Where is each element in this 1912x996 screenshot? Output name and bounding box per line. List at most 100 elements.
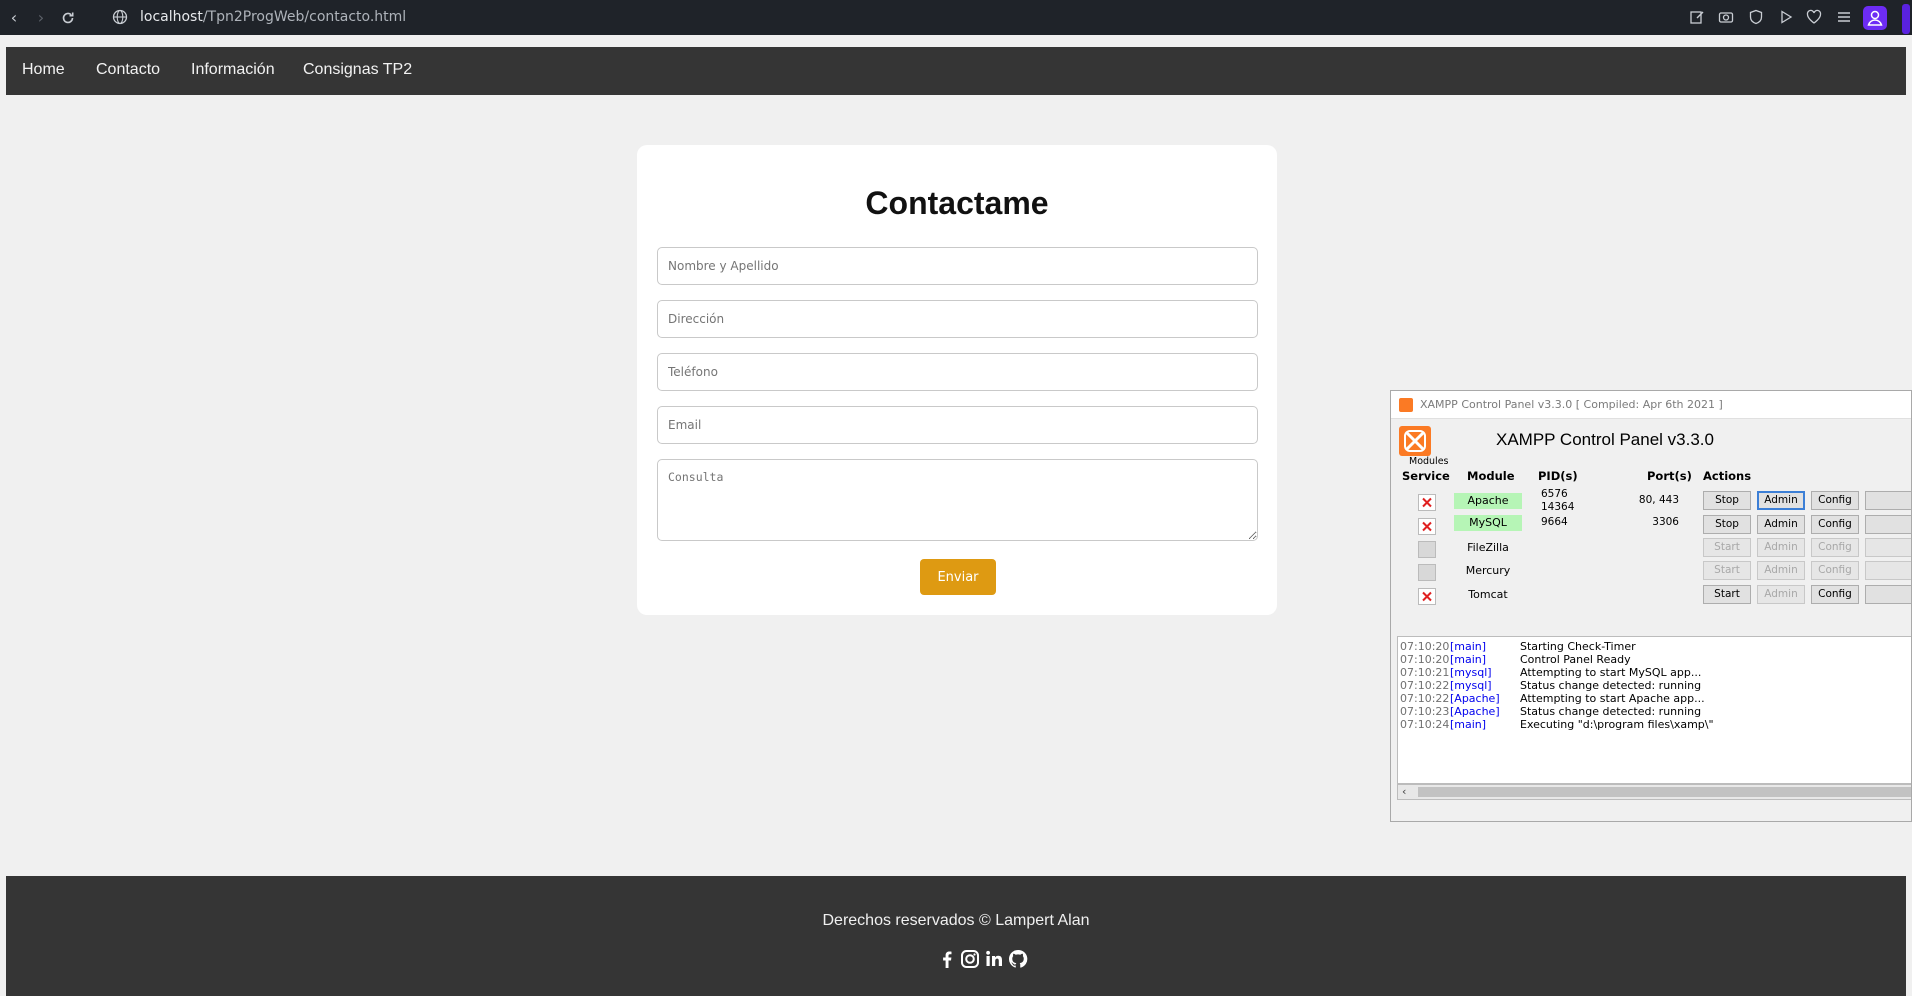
- phone-field[interactable]: [657, 353, 1258, 391]
- config-button-filezilla[interactable]: Config: [1811, 538, 1859, 557]
- log-horizontal-scrollbar[interactable]: ‹: [1397, 784, 1911, 800]
- stop-button-apache[interactable]: Stop: [1703, 491, 1751, 510]
- logs-button-mercury[interactable]: [1865, 561, 1911, 580]
- query-textarea[interactable]: [657, 459, 1258, 541]
- log-line: 07:10:22[mysql] Status change detected: r…: [1400, 679, 1701, 692]
- log-source: [main]: [1450, 640, 1487, 653]
- contact-card: Contactame Enviar: [637, 145, 1277, 615]
- cross-icon: [1422, 521, 1432, 532]
- forward-icon[interactable]: ›: [30, 8, 52, 28]
- logs-button-tomcat[interactable]: [1865, 585, 1911, 604]
- log-time: 07:10:22: [1400, 692, 1450, 705]
- log-line: 07:10:24[main] Executing "d:\program file…: [1400, 718, 1714, 731]
- modules-label: Modules: [1409, 456, 1449, 467]
- admin-button-apache[interactable]: Admin: [1757, 491, 1805, 510]
- profile-avatar[interactable]: [1863, 6, 1887, 30]
- name-field[interactable]: [657, 247, 1258, 285]
- service-toggle-apache[interactable]: [1418, 494, 1436, 511]
- log-message: Attempting to start MySQL app...: [1520, 666, 1702, 679]
- log-source: [mysql]: [1450, 679, 1492, 692]
- config-button-tomcat[interactable]: Config: [1811, 585, 1859, 604]
- address-field[interactable]: [657, 300, 1258, 338]
- log-time: 07:10:20: [1400, 640, 1450, 653]
- scrollbar-thumb[interactable]: [1418, 787, 1911, 797]
- submit-button[interactable]: Enviar: [920, 559, 996, 595]
- log-time: 07:10:20: [1400, 653, 1450, 666]
- module-row-mysql: MySQL 9664 3306 Stop Admin Config: [1391, 515, 1911, 537]
- camera-icon[interactable]: [1718, 9, 1736, 27]
- xampp-titlebar[interactable]: XAMPP Control Panel v3.3.0 [ Compiled: A…: [1391, 391, 1911, 419]
- github-icon[interactable]: [1007, 948, 1029, 970]
- instagram-icon[interactable]: [959, 948, 981, 970]
- log-source: [main]: [1450, 653, 1487, 666]
- sidebar-edge-tab[interactable]: [1902, 4, 1910, 34]
- heart-icon[interactable]: [1806, 9, 1824, 27]
- log-message: Starting Check-Timer: [1520, 640, 1636, 653]
- site-navbar: Home Contacto Información Consignas TP2: [6, 47, 1906, 95]
- cross-icon: [1422, 497, 1432, 508]
- url-host: localhost: [140, 9, 203, 25]
- url-path: /Tpn2ProgWeb/contacto.html: [202, 9, 407, 25]
- shield-icon[interactable]: [1748, 9, 1766, 27]
- module-name: Mercury: [1465, 564, 1511, 577]
- pid-value: 9664: [1541, 516, 1568, 528]
- start-button-tomcat[interactable]: Start: [1703, 585, 1751, 604]
- module-name: MySQL: [1454, 515, 1522, 531]
- nav-informacion[interactable]: Información: [191, 61, 275, 79]
- service-toggle-filezilla[interactable]: [1418, 541, 1436, 558]
- edit-icon[interactable]: [1689, 9, 1707, 27]
- admin-button-tomcat[interactable]: Admin: [1757, 585, 1805, 604]
- log-time: 07:10:23: [1400, 705, 1450, 718]
- reload-icon[interactable]: [57, 8, 79, 28]
- module-row-tomcat: Tomcat Start Admin Config: [1391, 585, 1911, 607]
- config-button-mysql[interactable]: Config: [1811, 515, 1859, 534]
- port-value: 80, 443: [1638, 494, 1679, 506]
- col-actions: Actions: [1703, 469, 1752, 483]
- xampp-logo-icon[interactable]: [1399, 426, 1431, 456]
- browser-toolbar: ‹ › localhost/Tpn2ProgWeb/contacto.html: [0, 0, 1912, 38]
- service-toggle-mercury[interactable]: [1418, 564, 1436, 581]
- admin-button-mysql[interactable]: Admin: [1757, 515, 1805, 534]
- config-button-mercury[interactable]: Config: [1811, 561, 1859, 580]
- email-field[interactable]: [657, 406, 1258, 444]
- stop-button-mysql[interactable]: Stop: [1703, 515, 1751, 534]
- address-bar[interactable]: localhost/Tpn2ProgWeb/contacto.html: [140, 9, 406, 25]
- nav-home[interactable]: Home: [22, 61, 65, 79]
- module-row-filezilla: FileZilla Start Admin Config: [1391, 538, 1911, 560]
- module-row-mercury: Mercury Start Admin Config: [1391, 561, 1911, 583]
- pid-value: 6576: [1541, 488, 1568, 500]
- contact-title: Contactame: [865, 185, 1049, 221]
- log-source: [Apache]: [1450, 705, 1500, 718]
- nav-contacto[interactable]: Contacto: [96, 61, 160, 79]
- log-source: [mysql]: [1450, 666, 1492, 679]
- logs-button-filezilla[interactable]: [1865, 538, 1911, 557]
- xampp-window-title: XAMPP Control Panel v3.3.0 [ Compiled: A…: [1420, 398, 1723, 411]
- facebook-icon[interactable]: [936, 948, 958, 970]
- log-source: [Apache]: [1450, 692, 1500, 705]
- module-row-apache: Apache 6576 14364 80, 443 Stop Admin Conf…: [1391, 488, 1911, 513]
- pid-value: 14364: [1541, 501, 1575, 513]
- menu-icon[interactable]: [1836, 9, 1854, 27]
- nav-consignas[interactable]: Consignas TP2: [303, 61, 412, 79]
- linkedin-icon[interactable]: [983, 948, 1005, 970]
- port-value: 3306: [1652, 516, 1679, 528]
- xampp-window: XAMPP Control Panel v3.3.0 [ Compiled: A…: [1390, 390, 1912, 822]
- play-icon[interactable]: [1778, 9, 1796, 27]
- service-toggle-mysql[interactable]: [1418, 518, 1436, 535]
- back-icon[interactable]: ‹: [3, 8, 25, 28]
- scroll-left-icon[interactable]: ‹: [1402, 785, 1406, 799]
- log-source: [main]: [1450, 718, 1487, 731]
- log-message: Attempting to start Apache app...: [1520, 692, 1705, 705]
- admin-button-mercury[interactable]: Admin: [1757, 561, 1805, 580]
- service-toggle-tomcat[interactable]: [1418, 588, 1436, 605]
- start-button-filezilla[interactable]: Start: [1703, 538, 1751, 557]
- xampp-log[interactable]: 07:10:20[main] Starting Check-Timer 07:10…: [1397, 636, 1911, 784]
- start-button-mercury[interactable]: Start: [1703, 561, 1751, 580]
- logs-button-mysql[interactable]: [1865, 515, 1911, 534]
- logs-button-apache[interactable]: [1865, 491, 1911, 510]
- admin-button-filezilla[interactable]: Admin: [1757, 538, 1805, 557]
- config-button-apache[interactable]: Config: [1811, 491, 1859, 510]
- globe-icon[interactable]: [112, 9, 130, 27]
- log-line: 07:10:23[Apache] Status change detected: …: [1400, 705, 1701, 718]
- log-message: Executing "d:\program files\xamp\": [1520, 718, 1714, 731]
